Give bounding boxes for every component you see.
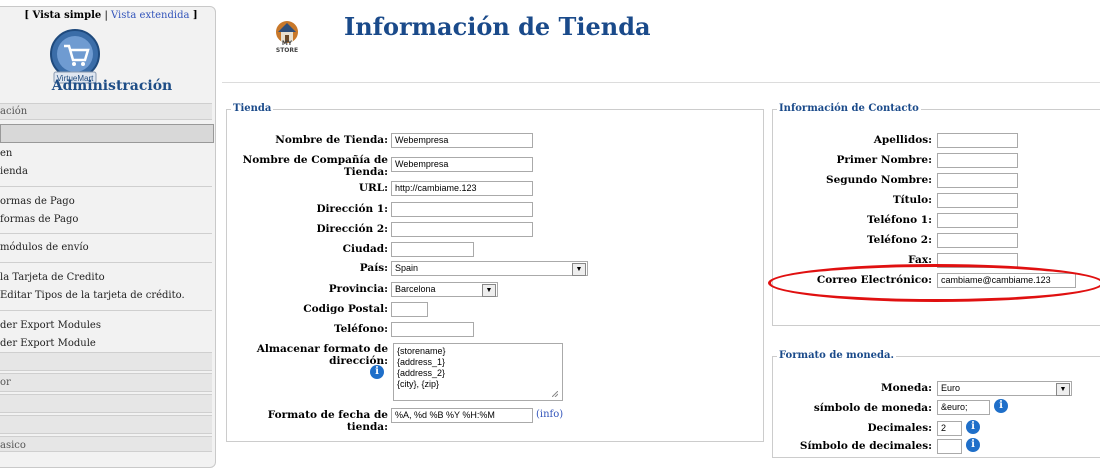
formato-direccion-textarea[interactable]: {storename} {address_1} {address_2} {cit… xyxy=(393,343,563,401)
menu-item-formas-pago[interactable]: ormas de Pago xyxy=(0,196,212,207)
menu-item-tarjeta-credito[interactable]: la Tarjeta de Credito xyxy=(0,272,212,283)
ciudad-input[interactable] xyxy=(391,242,474,257)
primer-nombre-input[interactable] xyxy=(937,153,1018,168)
telefono1-input[interactable] xyxy=(937,213,1018,228)
provincia-select-value: Barcelona xyxy=(395,284,436,294)
view-close-bracket: ] xyxy=(189,10,198,21)
menu-band-empty[interactable] xyxy=(0,352,212,371)
nombre-tienda-input[interactable]: Webempresa xyxy=(391,133,533,148)
menu-band-empty[interactable] xyxy=(0,415,212,434)
menu-separator xyxy=(0,262,212,263)
label-url: URL: xyxy=(358,182,388,194)
view-extended-link[interactable]: Vista extendida xyxy=(111,10,189,21)
view-separator: | xyxy=(101,10,112,21)
codigo-postal-input[interactable] xyxy=(391,302,428,317)
menu-separator xyxy=(0,233,212,234)
telefono2-input[interactable] xyxy=(937,233,1018,248)
pais-select[interactable]: Spain ▼ xyxy=(391,261,588,276)
menu-item-or[interactable]: or xyxy=(0,373,212,392)
info-icon[interactable]: i xyxy=(966,438,980,452)
label-telefono: Teléfono: xyxy=(334,323,388,335)
chevron-down-icon: ▼ xyxy=(482,284,496,297)
address-format-line: {address_2} xyxy=(397,368,446,378)
apellidos-input[interactable] xyxy=(937,133,1018,148)
header-divider xyxy=(222,82,1100,83)
info-icon[interactable]: i xyxy=(994,399,1008,413)
titulo-input[interactable] xyxy=(937,193,1018,208)
chevron-down-icon: ▼ xyxy=(572,263,586,276)
menu-item-almacen[interactable]: en xyxy=(0,148,212,159)
provincia-select[interactable]: Barcelona ▼ xyxy=(391,282,498,297)
segundo-nombre-input[interactable] xyxy=(937,173,1018,188)
menu-separator xyxy=(0,310,212,311)
highlight-ellipse xyxy=(768,264,1100,302)
label-formato-direccion: Almacenar formato de dirección: xyxy=(256,343,388,367)
label-decimales: Decimales: xyxy=(867,422,932,434)
label-apellidos: Apellidos: xyxy=(873,134,932,146)
info-icon[interactable]: i xyxy=(370,365,384,379)
label-codigo-postal: Codigo Postal: xyxy=(303,303,388,315)
page-title: Información de Tienda xyxy=(344,12,651,41)
resize-handle-icon[interactable] xyxy=(552,391,558,397)
menu-item-export-module[interactable]: der Export Module xyxy=(0,338,212,349)
direccion2-input[interactable] xyxy=(391,222,533,237)
admin-title: Administración xyxy=(51,78,173,94)
menu-item-agregar-formas-pago[interactable]: formas de Pago xyxy=(0,214,212,225)
menu-item-export-modules[interactable]: der Export Modules xyxy=(0,320,212,331)
label-primer-nombre: Primer Nombre: xyxy=(836,154,932,166)
label-telefono1: Teléfono 1: xyxy=(867,214,932,226)
label-moneda: Moneda: xyxy=(881,382,932,394)
label-simbolo-moneda: símbolo de moneda: xyxy=(813,402,932,414)
label-direccion2: Dirección 2: xyxy=(316,223,388,235)
formato-fecha-info-link[interactable]: (info) xyxy=(536,409,563,420)
address-format-line: {address_1} xyxy=(397,357,446,367)
direccion1-input[interactable] xyxy=(391,202,533,217)
view-simple-label: [ Vista simple xyxy=(24,10,102,21)
tienda-legend: Tienda xyxy=(231,103,274,114)
menu-item-configuracion[interactable]: ación xyxy=(0,103,212,120)
label-nombre-compania: Nombre de Compañía de Tienda: xyxy=(242,154,388,178)
label-direccion1: Dirección 1: xyxy=(316,203,388,215)
simbolo-decimales-input[interactable] xyxy=(937,439,962,454)
info-icon[interactable]: i xyxy=(966,420,980,434)
label-titulo: Título: xyxy=(892,194,932,206)
moneda-select-value: Euro xyxy=(941,383,961,393)
menu-band-empty[interactable] xyxy=(0,394,212,413)
pais-select-value: Spain xyxy=(395,263,419,273)
label-simbolo-decimales: Símbolo de decimales: xyxy=(799,440,932,452)
moneda-legend: Formato de moneda. xyxy=(777,350,896,361)
label-pais: País: xyxy=(359,262,388,274)
menu-item-basico[interactable]: asico xyxy=(0,436,212,452)
formato-fecha-input[interactable]: %A, %d %B %Y %H:%M xyxy=(391,408,533,423)
label-ciudad: Ciudad: xyxy=(342,243,388,255)
address-format-line: {city}, {zip} xyxy=(397,379,440,389)
label-segundo-nombre: Segundo Nombre: xyxy=(825,174,932,186)
nombre-compania-input[interactable]: Webempresa xyxy=(391,157,533,172)
store-icon-label: MY STORE xyxy=(275,40,299,54)
menu-item-tienda[interactable]: ienda xyxy=(0,166,212,177)
decimales-input[interactable]: 2 xyxy=(937,421,962,436)
label-telefono2: Teléfono 2: xyxy=(867,234,932,246)
label-provincia: Provincia: xyxy=(328,283,388,295)
chevron-down-icon: ▼ xyxy=(1056,383,1070,396)
url-input[interactable]: http://cambiame.123 xyxy=(391,181,533,196)
menu-item-active[interactable] xyxy=(0,124,214,143)
label-nombre-tienda: Nombre de Tienda: xyxy=(275,134,388,146)
simbolo-moneda-input[interactable]: &euro; xyxy=(937,400,990,415)
telefono-input[interactable] xyxy=(391,322,474,337)
view-mode-switch: [ Vista simple | Vista extendida ] xyxy=(0,10,222,21)
moneda-select[interactable]: Euro ▼ xyxy=(937,381,1072,396)
menu-item-editar-tarjeta[interactable]: Editar Tipos de la tarjeta de crédito. xyxy=(0,290,212,301)
contacto-legend: Información de Contacto xyxy=(777,103,921,114)
menu-separator xyxy=(0,186,212,187)
label-formato-fecha: Formato de fecha de tienda: xyxy=(267,409,388,433)
address-format-line: {storename} xyxy=(397,346,446,356)
menu-item-modulos-envio[interactable]: módulos de envío xyxy=(0,242,212,253)
